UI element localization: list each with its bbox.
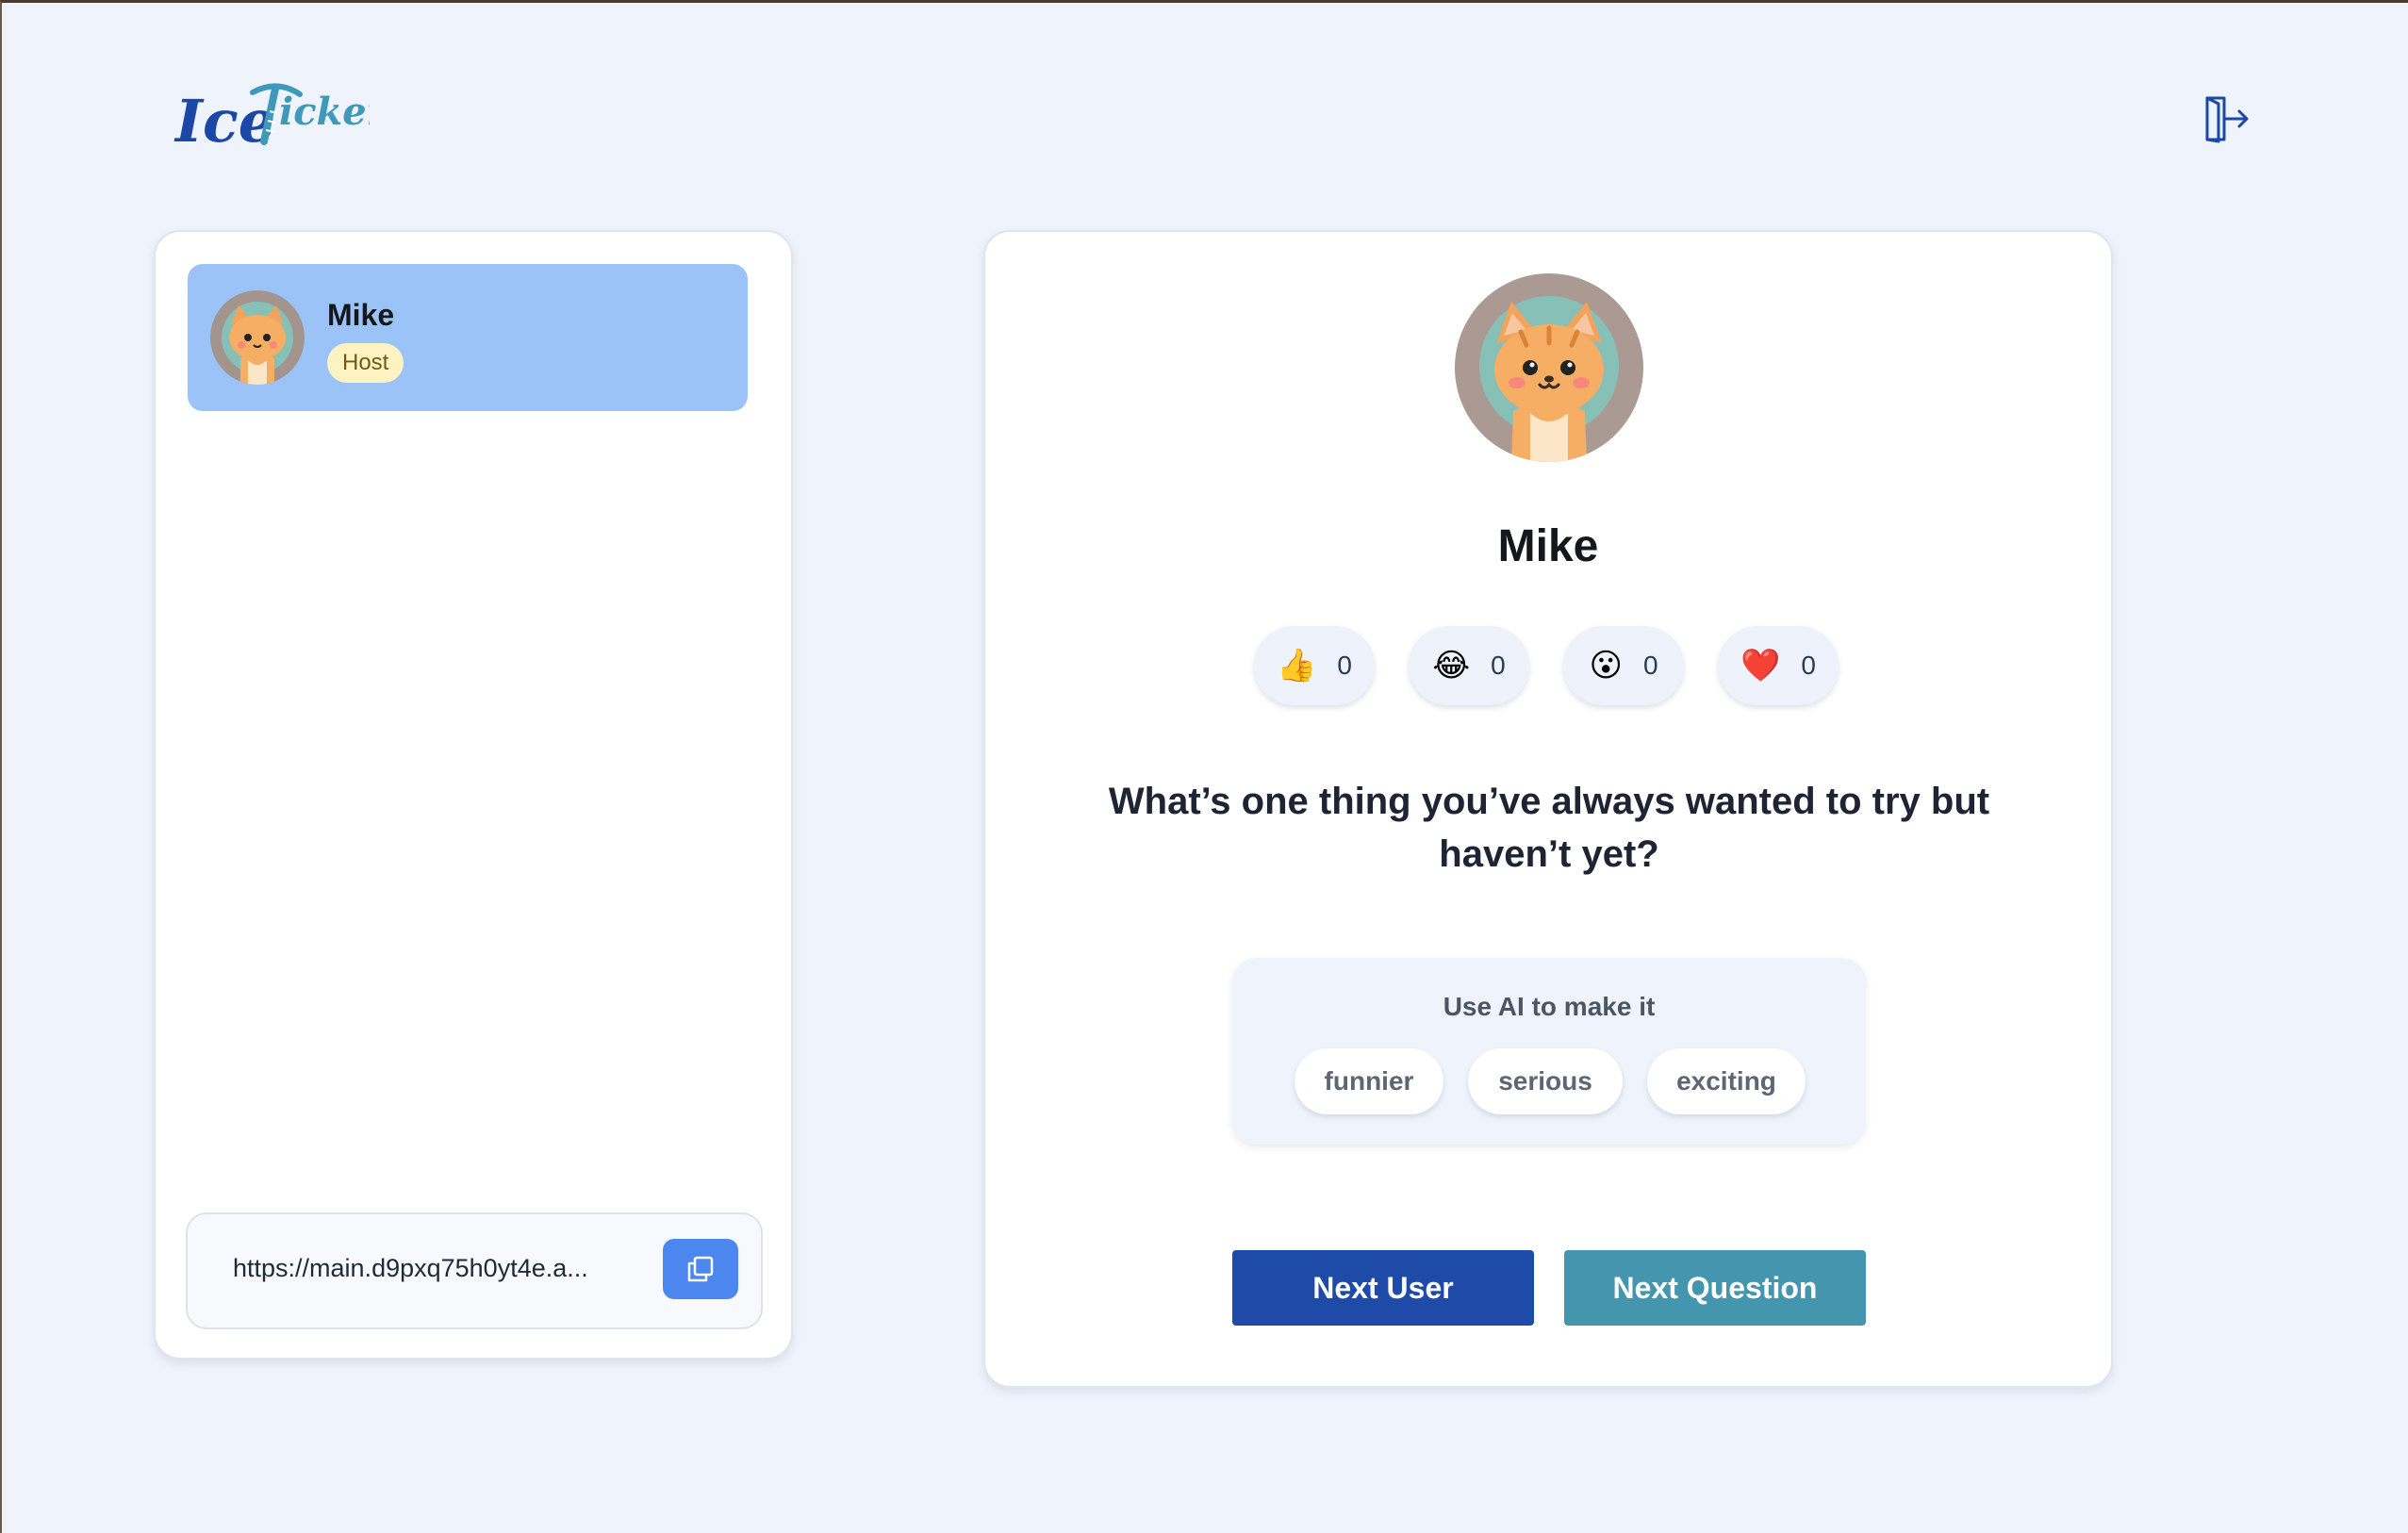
reaction-laughing-button[interactable]: 😂 0 xyxy=(1409,626,1529,705)
logout-button[interactable] xyxy=(2197,90,2255,148)
ai-rewrite-label: Use AI to make it xyxy=(1443,992,1656,1021)
reaction-count: 0 xyxy=(1801,651,1816,680)
invite-link-text[interactable]: https://main.d9pxq75h0yt4e.a... xyxy=(233,1254,629,1283)
next-user-button[interactable]: Next User xyxy=(1232,1250,1534,1326)
laughing-icon: 😂 xyxy=(1432,648,1471,684)
thumbs-up-icon: 👍 xyxy=(1277,648,1317,684)
heart-icon: ❤️ xyxy=(1740,648,1781,684)
ai-rewrite-box: Use AI to make it funnier serious exciti… xyxy=(1232,958,1866,1145)
logout-door-icon xyxy=(2205,96,2249,143)
ai-option-exciting[interactable]: exciting xyxy=(1647,1048,1806,1114)
svg-text:icker: icker xyxy=(279,90,370,134)
reaction-count: 0 xyxy=(1337,651,1352,680)
question-text: What’s one thing you’ve always wanted to… xyxy=(1108,781,1990,875)
reaction-thumbs-up-button[interactable]: 👍 0 xyxy=(1254,626,1375,705)
ice-ticker-logo: Ice icker xyxy=(173,83,389,156)
cat-avatar-icon xyxy=(1479,296,1619,462)
current-user-name: Mike xyxy=(1497,521,1599,571)
current-turn-panel: Mike 👍 0 😂 0 😮 0 ❤️ 0 What’s one thing y… xyxy=(983,230,2113,1388)
surprised-icon: 😮 xyxy=(1589,648,1623,684)
reaction-heart-button[interactable]: ❤️ 0 xyxy=(1718,626,1839,705)
invite-link-box: https://main.d9pxq75h0yt4e.a... xyxy=(186,1212,763,1329)
copy-link-button[interactable] xyxy=(663,1239,738,1299)
ai-option-serious[interactable]: serious xyxy=(1468,1048,1623,1114)
next-question-button[interactable]: Next Question xyxy=(1564,1250,1866,1326)
svg-text:Ice: Ice xyxy=(173,87,275,153)
reaction-surprised-button[interactable]: 😮 0 xyxy=(1563,626,1684,705)
ai-option-funnier[interactable]: funnier xyxy=(1295,1048,1443,1114)
current-user-avatar xyxy=(1455,273,1643,462)
cat-avatar-icon xyxy=(210,290,305,385)
reactions-bar: 👍 0 😂 0 😮 0 ❤️ 0 xyxy=(1254,626,1844,711)
copy-icon xyxy=(687,1256,714,1282)
reaction-count: 0 xyxy=(1642,651,1658,680)
player-card-mike[interactable]: Mike Host xyxy=(188,264,748,411)
player-name: Mike xyxy=(327,298,395,332)
host-badge: Host xyxy=(327,343,404,383)
app-logo: Ice icker xyxy=(172,74,389,156)
reaction-count: 0 xyxy=(1491,651,1506,680)
players-panel: Mike Host https://main.d9pxq75h0yt4e.a..… xyxy=(154,230,793,1360)
